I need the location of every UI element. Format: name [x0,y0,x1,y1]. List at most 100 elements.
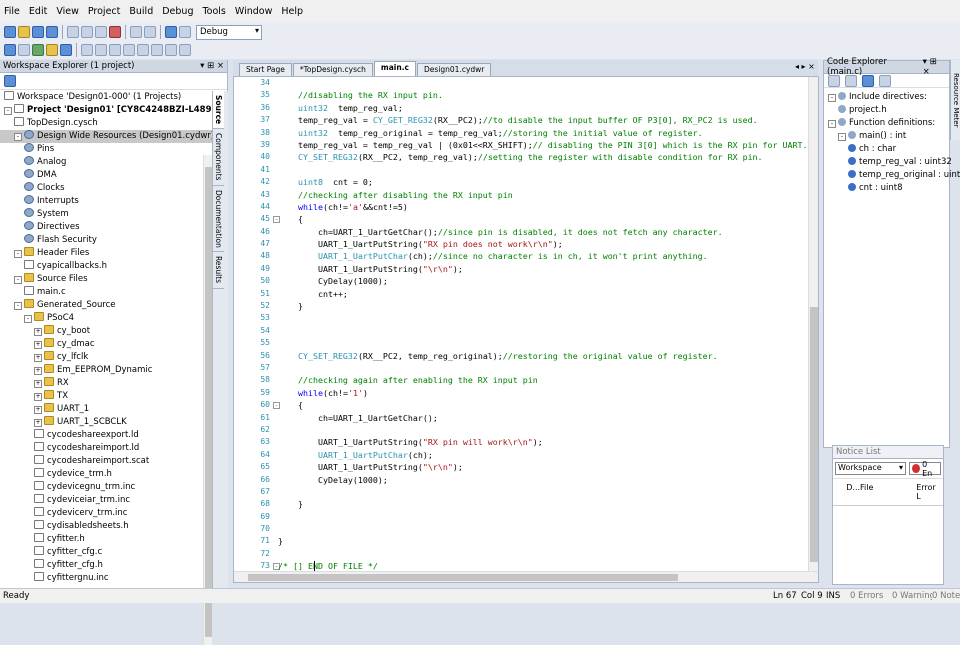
code-explorer-item[interactable]: - main() : int [826,130,950,143]
workspace-tree-item[interactable]: + UART_1 [0,403,212,416]
code-line[interactable] [278,424,808,436]
workspace-tree-item[interactable]: - Project 'Design01' [CY8C4248BZI-L489] [0,104,212,117]
workspace-tree-item[interactable]: cyfitter_cfg.h [0,559,212,572]
expand-toggle-icon[interactable]: + [34,406,42,414]
workspace-tree-item[interactable]: cyfittergnu.inc [0,572,212,585]
workspace-tree-item[interactable]: cydevice_trm.h [0,468,212,481]
expand-toggle-icon[interactable]: - [4,107,12,115]
code-explorer-item[interactable]: cnt : uint8 [826,182,950,195]
paste-icon[interactable] [95,26,107,38]
delete-icon[interactable] [109,26,121,38]
workspace-tree-item[interactable]: cydisabledsheets.h [0,520,212,533]
workspace-tree-item[interactable]: DMA [0,169,212,182]
workspace-tree-item[interactable]: cycodeshareimport.ld [0,442,212,455]
code-line[interactable] [278,523,808,535]
expand-toggle-icon[interactable]: + [34,328,42,336]
workspace-tree-item[interactable]: Clocks [0,182,212,195]
menu-edit[interactable]: Edit [29,6,47,17]
code-line[interactable]: ch=UART_1_UartGetChar();//since pin is d… [278,226,808,238]
code-line[interactable]: UART_1_UartPutString("\r\n"); [278,461,808,473]
code-line[interactable] [278,325,808,337]
workspace-tree-item[interactable]: cyfitter.h [0,533,212,546]
navigate-back-icon[interactable] [179,26,191,38]
code-line[interactable] [278,362,808,374]
expand-toggle-icon[interactable]: - [14,133,22,141]
debug-icon[interactable] [46,44,58,56]
workspace-tree-item[interactable]: - PSoC4 [0,312,212,325]
workspace-tree-item[interactable]: + cy_dmac [0,338,212,351]
code-line[interactable]: UART_1_UartPutChar(ch); [278,449,808,461]
open-icon[interactable] [18,26,30,38]
editor-tab[interactable]: *TopDesign.cysch [292,63,373,76]
code-line[interactable]: } [278,300,808,312]
code-explorer-item[interactable]: project.h [826,104,950,117]
expand-toggle-icon[interactable]: - [828,94,836,102]
menu-file[interactable]: File [4,6,20,17]
editor-tab[interactable]: Start Page [239,63,292,76]
workspace-tree-item[interactable]: + RX [0,377,212,390]
side-tab-results[interactable]: Results [213,252,224,289]
workspace-tree-item[interactable]: - Header Files [0,247,212,260]
code-line[interactable]: UART_1_UartPutString("RX pin will work\r… [278,436,808,448]
code-line[interactable]: UART_1_UartPutChar(ch);//since no charac… [278,250,808,262]
editor-vertical-scrollbar[interactable] [808,77,818,571]
workspace-tree-item[interactable]: Workspace 'Design01-000' (1 Projects) [0,91,212,104]
collapse-all-icon[interactable] [828,75,840,87]
build-config-select[interactable]: Debug [196,24,262,40]
clear-bookmarks-icon[interactable] [179,44,191,56]
ce-panel-controls-icon[interactable]: ▾ ⊞ × [923,57,946,77]
workspace-tree-item[interactable]: cycodeshareimport.scat [0,455,212,468]
code-line[interactable]: { [278,213,808,225]
uncomment-icon[interactable] [123,44,135,56]
code-line[interactable] [278,548,808,560]
workspace-tree-item[interactable]: Interrupts [0,195,212,208]
code-line[interactable]: cnt++; [278,288,808,300]
expand-toggle-icon[interactable]: + [34,341,42,349]
expand-toggle-icon[interactable]: - [14,302,22,310]
program-icon[interactable] [32,44,44,56]
workspace-tree-item[interactable]: Pins [0,143,212,156]
indent-icon[interactable] [81,44,93,56]
editor-tab[interactable]: Design01.cydwr [417,63,492,76]
code-line[interactable]: uint32 temp_reg_val; [278,102,808,114]
redo-icon[interactable] [144,26,156,38]
resource-meter-tab[interactable]: Resource Meter [950,60,960,140]
code-line[interactable] [278,511,808,523]
code-line[interactable]: temp_reg_val = CY_GET_REG32(RX__PC2);//t… [278,114,808,126]
code-line[interactable]: { [278,399,808,411]
workspace-tree-item[interactable]: System [0,208,212,221]
code-line[interactable] [278,312,808,324]
code-line[interactable]: CyDelay(1000); [278,474,808,486]
workspace-tree-item[interactable]: - Source Files [0,273,212,286]
expand-toggle-icon[interactable]: - [14,250,22,258]
code-explorer-item[interactable]: temp_reg_val : uint32 [826,156,952,169]
code-explorer-item[interactable]: temp_reg_original : uint3 [826,169,960,182]
comment-icon[interactable] [109,44,121,56]
expand-toggle-icon[interactable]: + [34,354,42,362]
menu-view[interactable]: View [56,6,79,17]
editor-tab-controls-icon[interactable]: ◂ ▸ × [795,62,815,71]
editor-horizontal-scrollbar[interactable] [234,571,818,582]
menu-project[interactable]: Project [88,6,121,17]
editor-tab[interactable]: main.c [373,61,417,76]
errors-filter-button[interactable]: 0 En [909,460,941,478]
code-line[interactable]: } [278,498,808,510]
code-line[interactable] [278,486,808,498]
device-icon[interactable] [60,44,72,56]
expand-toggle-icon[interactable]: + [34,367,42,375]
sort-icon[interactable] [878,75,891,87]
new-project-icon[interactable] [4,26,16,38]
find-icon[interactable] [165,26,177,38]
workspace-tree-item[interactable]: + cy_lfclk [0,351,212,364]
menu-help[interactable]: Help [281,6,303,17]
menu-build[interactable]: Build [129,6,153,17]
code-explorer-item[interactable]: - Include directives: [826,91,950,104]
code-line[interactable]: UART_1_UartPutString("\r\n"); [278,263,808,275]
side-tab-documentation[interactable]: Documentation [213,186,224,253]
workspace-tree-item[interactable]: cydeviceiar_trm.inc [0,494,212,507]
code-line[interactable] [278,337,808,349]
workspace-tree-item[interactable]: + cy_boot [0,325,212,338]
workspace-tree-item[interactable]: + Em_EEPROM_Dynamic [0,364,212,377]
code-line[interactable]: while(ch!='1') [278,387,808,399]
expand-toggle-icon[interactable]: + [34,419,42,427]
